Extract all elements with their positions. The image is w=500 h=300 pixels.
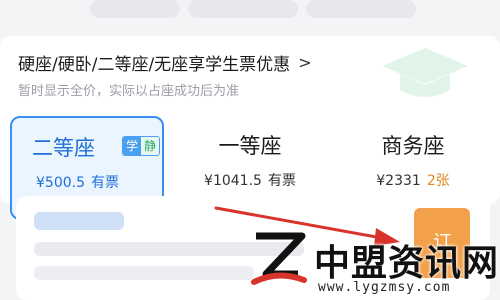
graduation-cap-icon — [382, 48, 468, 97]
student-quiet-badge: 学 静 — [122, 136, 161, 156]
seat-price: ¥1041.5 — [204, 173, 262, 189]
seat-selection-card: 硬座/硬卧/二等座/无座享学生票优惠 > 暂时显示全价，实际以占座成功后为准 二… — [0, 36, 500, 220]
blurred-text — [34, 266, 254, 280]
blurred-item — [188, 0, 298, 18]
seat-availability: 2张 — [426, 173, 450, 189]
seat-price: ¥500.5 — [36, 175, 85, 191]
seat-name: 一等座 — [218, 134, 282, 158]
badge-student: 学 — [123, 137, 142, 155]
student-ticket-promo-link[interactable]: 硬座/硬卧/二等座/无座享学生票优惠 > — [18, 50, 312, 75]
seat-price-line: ¥2331 2张 — [336, 170, 490, 190]
previous-section-strip — [0, 0, 500, 36]
seat-availability: 有票 — [267, 173, 296, 189]
seat-price: ¥2331 — [376, 173, 421, 189]
seat-name: 二等座 — [32, 136, 95, 160]
badge-quiet: 静 — [141, 137, 160, 155]
blurred-title — [34, 212, 124, 230]
seat-availability: 有票 — [91, 175, 119, 191]
seat-name: 商务座 — [381, 134, 445, 158]
chevron-right-icon: > — [298, 53, 312, 72]
watermark-url: www.lygzmsy.com — [318, 280, 451, 295]
site-watermark: 中盟资讯网 www.lygzmsy.com — [248, 228, 500, 300]
watermark-title: 中盟资讯网 — [314, 243, 500, 284]
seat-price-line: ¥1041.5 有票 — [174, 170, 326, 190]
blurred-item — [90, 0, 180, 18]
price-note: 暂时显示全价，实际以占座成功后为准 — [18, 84, 240, 99]
promo-text: 硬座/硬卧/二等座/无座享学生票优惠 — [18, 55, 291, 75]
seat-price-line: ¥500.5 有票 — [36, 172, 119, 192]
site-logo-icon — [251, 232, 307, 285]
blurred-item — [306, 0, 416, 18]
